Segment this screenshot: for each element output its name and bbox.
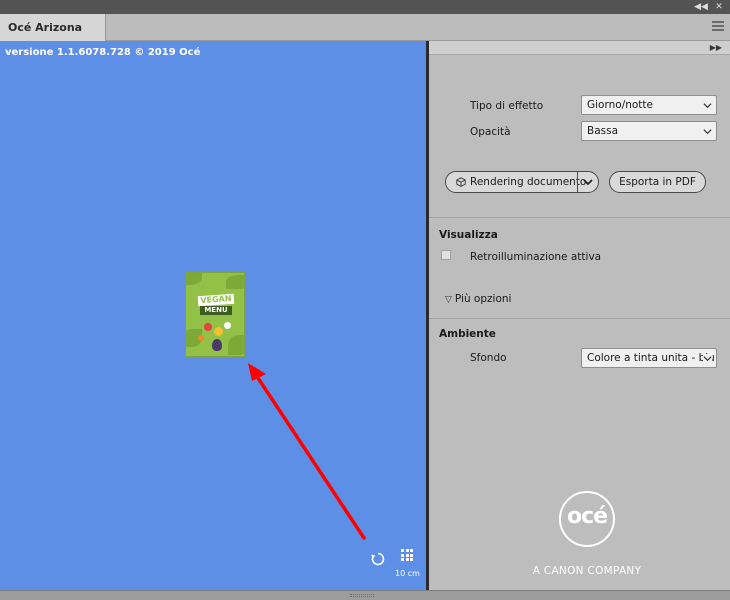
triangle-down-icon: ▽ (445, 295, 452, 305)
opacity-select[interactable]: Bassa (581, 121, 717, 141)
view-section-title: Visualizza (439, 229, 498, 241)
grid-icon[interactable] (401, 549, 413, 561)
export-pdf-button[interactable]: Esporta in PDF (609, 171, 706, 193)
double-chevron-right-icon[interactable]: ▶▶ (710, 41, 722, 55)
preview-canvas[interactable]: versione 1.1.6078.728 © 2019 Océ VEGAN M… (0, 41, 426, 590)
opacity-value: Bassa (587, 125, 619, 137)
more-options-label: Più opzioni (454, 293, 512, 305)
tab-bar: Océ Arizona Xpert (0, 14, 730, 61)
version-label: versione 1.1.6078.728 © 2019 Océ (5, 47, 201, 58)
scale-label: 10 cm (395, 569, 420, 578)
rotate-reset-icon[interactable] (370, 551, 386, 567)
oce-logo: océ (559, 491, 615, 547)
chevron-down-icon (703, 103, 712, 109)
cube-icon (456, 177, 466, 187)
background-label: Sfondo (470, 352, 507, 364)
brand-tagline: A CANON COMPANY (532, 565, 642, 577)
window-titlebar: ◀◀ ✕ (0, 0, 730, 14)
section-divider (429, 217, 730, 218)
chevron-down-icon[interactable] (582, 176, 594, 188)
effect-type-label: Tipo di effetto (470, 100, 544, 112)
hamburger-menu-icon[interactable] (712, 21, 724, 33)
document-thumbnail[interactable]: VEGAN MENU (185, 272, 245, 357)
render-document-label: Rendering documento (470, 176, 587, 188)
collapse-panel-icon[interactable]: ◀◀ (694, 0, 708, 14)
effect-type-select[interactable]: Giorno/notte (581, 95, 717, 115)
section-divider (429, 318, 730, 319)
chevron-down-icon (703, 129, 712, 135)
more-options-toggle[interactable]: ▽ Più opzioni (445, 293, 511, 305)
poster-title-2: MENU (200, 306, 232, 315)
poster-title-1: VEGAN (197, 293, 235, 307)
tab-oce-arizona-xpert[interactable]: Océ Arizona Xpert (0, 14, 106, 61)
chevron-down-icon (703, 354, 712, 363)
backlight-label: Retroilluminazione attiva (470, 251, 602, 263)
bottom-resize-bar[interactable] (0, 590, 730, 600)
backlight-checkbox[interactable] (441, 250, 451, 260)
effect-type-value: Giorno/notte (587, 99, 653, 111)
background-select[interactable]: Colore a tinta unita - blu (581, 348, 717, 368)
resize-grip-icon[interactable] (350, 594, 374, 597)
background-value: Colore a tinta unita - blu (587, 352, 715, 364)
properties-panel: ▶▶ Tipo di effetto Giorno/notte Opacità … (429, 41, 730, 590)
render-document-button[interactable]: Rendering documento (445, 171, 599, 193)
canvas-controls: 10 cm (370, 549, 426, 589)
panel-header: ▶▶ (429, 41, 730, 55)
logo-text: océ (566, 504, 608, 529)
close-icon[interactable]: ✕ (712, 0, 726, 14)
opacity-label: Opacità (470, 126, 511, 138)
environment-section-title: Ambiente (439, 328, 496, 340)
